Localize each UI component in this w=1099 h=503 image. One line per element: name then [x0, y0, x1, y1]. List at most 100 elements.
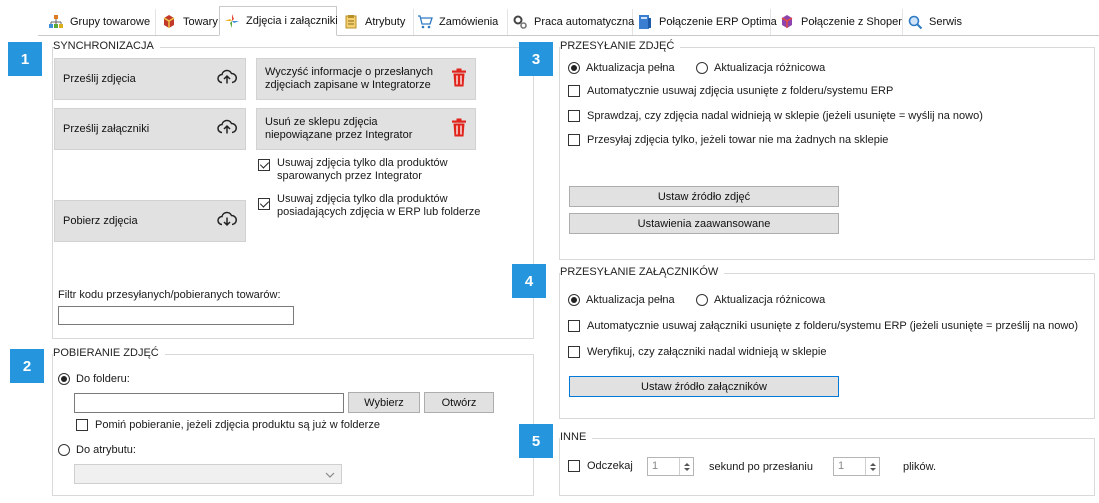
files-count-stepper[interactable]: 1 — [833, 457, 880, 476]
images-check-exists-checkbox[interactable] — [568, 110, 580, 122]
images-auto-remove-checkbox-row[interactable]: Automatycznie usuwaj zdjęcia usunięte z … — [568, 85, 893, 97]
only-paired-checkbox-row[interactable]: Usuwaj zdjęcia tylko dla produktów sparo… — [258, 157, 487, 183]
remove-unlinked-images-button[interactable]: Usuń ze sklepu zdjęcia niepowiązane prze… — [256, 108, 476, 150]
attachments-diff-update-radio-row[interactable]: Aktualizacja różnicowa — [696, 294, 825, 306]
cloud-upload-icon — [217, 119, 237, 139]
attachments-auto-remove-checkbox[interactable] — [568, 320, 580, 332]
shoper-icon — [779, 14, 795, 30]
send-attachments-button[interactable]: Prześlij załączniki — [54, 108, 246, 150]
stepper-arrows[interactable] — [679, 458, 693, 475]
radio-label: Aktualizacja pełna — [586, 294, 675, 306]
images-full-update-radio-row[interactable]: Aktualizacja pełna — [568, 62, 675, 74]
tab-grupy-towarowe[interactable]: Grupy towarowe — [44, 9, 156, 35]
cloud-upload-icon — [217, 69, 237, 89]
images-diff-update-radio[interactable] — [696, 62, 708, 74]
tab-serwis[interactable]: Serwis — [903, 9, 969, 35]
section-badge-5: 5 — [519, 424, 553, 458]
stepper-up-icon[interactable] — [869, 462, 876, 466]
wait-checkbox-row[interactable]: Odczekaj — [568, 460, 633, 472]
wait-checkbox[interactable] — [568, 460, 580, 472]
stepper-arrows[interactable] — [865, 458, 879, 475]
tab-zamowienia[interactable]: Zamówienia — [413, 9, 508, 35]
checkbox-label: Automatycznie usuwaj załączniki usunięte… — [587, 320, 1079, 332]
panel-border — [560, 438, 1094, 439]
tab-polaczenie-z-shoper[interactable]: Połączenie z Shoper — [775, 9, 903, 35]
send-images-button[interactable]: Prześlij zdjęcia — [54, 58, 246, 100]
stepper-down-icon[interactable] — [683, 467, 690, 471]
set-images-source-button[interactable]: Ustaw źródło zdjęć — [569, 186, 839, 207]
wait-seconds-stepper[interactable]: 1 — [647, 457, 694, 476]
attachments-full-update-radio[interactable] — [568, 294, 580, 306]
skip-existing-checkbox-row[interactable]: Pomiń pobieranie, jeżeli zdjęcia produkt… — [76, 419, 380, 431]
button-label: Prześlij zdjęcia — [63, 73, 136, 85]
section-badge-1: 1 — [8, 42, 42, 76]
stepper-down-icon[interactable] — [869, 467, 876, 471]
tab-zdjecia-i-zalaczniki[interactable]: Zdjęcia i załączniki — [219, 6, 338, 36]
attachments-verify-checkbox-row[interactable]: Weryfikuj, czy załączniki nadal widnieją… — [568, 346, 826, 358]
tab-label: Grupy towarowe — [70, 16, 151, 28]
to-attribute-radio[interactable] — [58, 444, 70, 456]
attachments-full-update-radio-row[interactable]: Aktualizacja pełna — [568, 294, 675, 306]
tab-atrybuty[interactable]: Atrybuty — [339, 9, 414, 35]
set-attachments-source-button[interactable]: Ustaw źródło załączników — [569, 376, 839, 397]
product-code-filter-input[interactable] — [58, 306, 294, 325]
attachments-verify-checkbox[interactable] — [568, 346, 580, 358]
checkbox-label: Usuwaj zdjęcia tylko dla produktów posia… — [277, 193, 481, 218]
tab-polaczenie-erp-optima[interactable]: Połączenie ERP Optima — [633, 9, 777, 35]
stepper-up-icon[interactable] — [683, 462, 690, 466]
download-images-button[interactable]: Pobierz zdjęcia — [54, 200, 246, 242]
cloud-download-icon — [217, 211, 237, 231]
images-diff-update-radio-row[interactable]: Aktualizacja różnicowa — [696, 62, 825, 74]
attachments-diff-update-radio[interactable] — [696, 294, 708, 306]
tab-label: Połączenie z Shoper — [801, 16, 902, 28]
images-auto-remove-checkbox[interactable] — [568, 85, 580, 97]
only-with-images-checkbox-row[interactable]: Usuwaj zdjęcia tylko dla produktów posia… — [258, 193, 507, 219]
open-folder-button[interactable]: Otwórz — [424, 392, 494, 413]
images-only-if-none-checkbox[interactable] — [568, 134, 580, 146]
attachments-auto-remove-checkbox-row[interactable]: Automatycznie usuwaj załączniki usunięte… — [568, 320, 1078, 332]
chevron-down-icon — [325, 470, 335, 482]
button-label: Prześlij załączniki — [63, 123, 150, 135]
radio-label: Aktualizacja różnicowa — [714, 294, 826, 306]
product-code-filter-label: Filtr kodu przesyłanych/pobieranych towa… — [58, 289, 281, 301]
tab-label: Połączenie ERP Optima — [659, 16, 777, 28]
tab-label: Zdjęcia i załączniki — [246, 15, 338, 27]
radio-label: Do atrybutu: — [76, 444, 136, 456]
cart-icon — [417, 14, 433, 30]
choose-folder-button[interactable]: Wybierz — [348, 392, 420, 413]
stepper-value: 1 — [838, 460, 845, 472]
section-badge-2: 2 — [10, 349, 44, 383]
panel-title: INNE — [560, 431, 593, 444]
images-full-update-radio[interactable] — [568, 62, 580, 74]
to-attribute-radio-row[interactable]: Do atrybutu: — [58, 444, 136, 456]
advanced-settings-button[interactable]: Ustawienia zaawansowane — [569, 213, 839, 234]
images-only-if-none-checkbox-row[interactable]: Przesyłaj zdjęcia tylko, jeżeli towar ni… — [568, 134, 888, 146]
to-folder-radio-row[interactable]: Do folderu: — [58, 373, 130, 385]
button-label: Pobierz zdjęcia — [63, 215, 138, 227]
skip-existing-checkbox[interactable] — [76, 419, 88, 431]
only-with-images-checkbox[interactable] — [258, 198, 270, 210]
to-folder-radio[interactable] — [58, 373, 70, 385]
stepper-value: 1 — [652, 460, 659, 472]
clear-sent-info-button[interactable]: Wyczyść informacje o przesłanych zdjęcia… — [256, 58, 476, 100]
button-label: Wyczyść informacje o przesłanych zdjęcia… — [265, 66, 434, 91]
section-badge-4: 4 — [512, 264, 546, 298]
service-icon — [907, 14, 923, 30]
button-label: Usuń ze sklepu zdjęcia niepowiązane prze… — [265, 116, 413, 141]
panel-title: SYNCHRONIZACJA — [53, 40, 160, 53]
attribute-select[interactable] — [74, 464, 342, 484]
erp-icon — [637, 14, 653, 30]
download-folder-input[interactable] — [74, 393, 344, 413]
checkbox-label: Sprawdzaj, czy zdjęcia nadal widnieją w … — [587, 110, 983, 122]
trash-icon — [451, 118, 467, 141]
tab-label: Zamówienia — [439, 16, 499, 28]
checkbox-label: Automatycznie usuwaj zdjęcia usunięte z … — [587, 85, 894, 97]
checkbox-label: Odczekaj — [587, 460, 633, 472]
tab-label: Serwis — [929, 16, 963, 28]
only-paired-checkbox[interactable] — [258, 159, 270, 171]
images-icon — [224, 13, 240, 29]
tab-label: Praca automatyczna — [534, 16, 635, 28]
tab-praca-automatyczna[interactable]: Praca automatyczna — [508, 9, 635, 35]
tab-label: Atrybuty — [365, 16, 406, 28]
images-check-exists-checkbox-row[interactable]: Sprawdzaj, czy zdjęcia nadal widnieją w … — [568, 110, 983, 122]
